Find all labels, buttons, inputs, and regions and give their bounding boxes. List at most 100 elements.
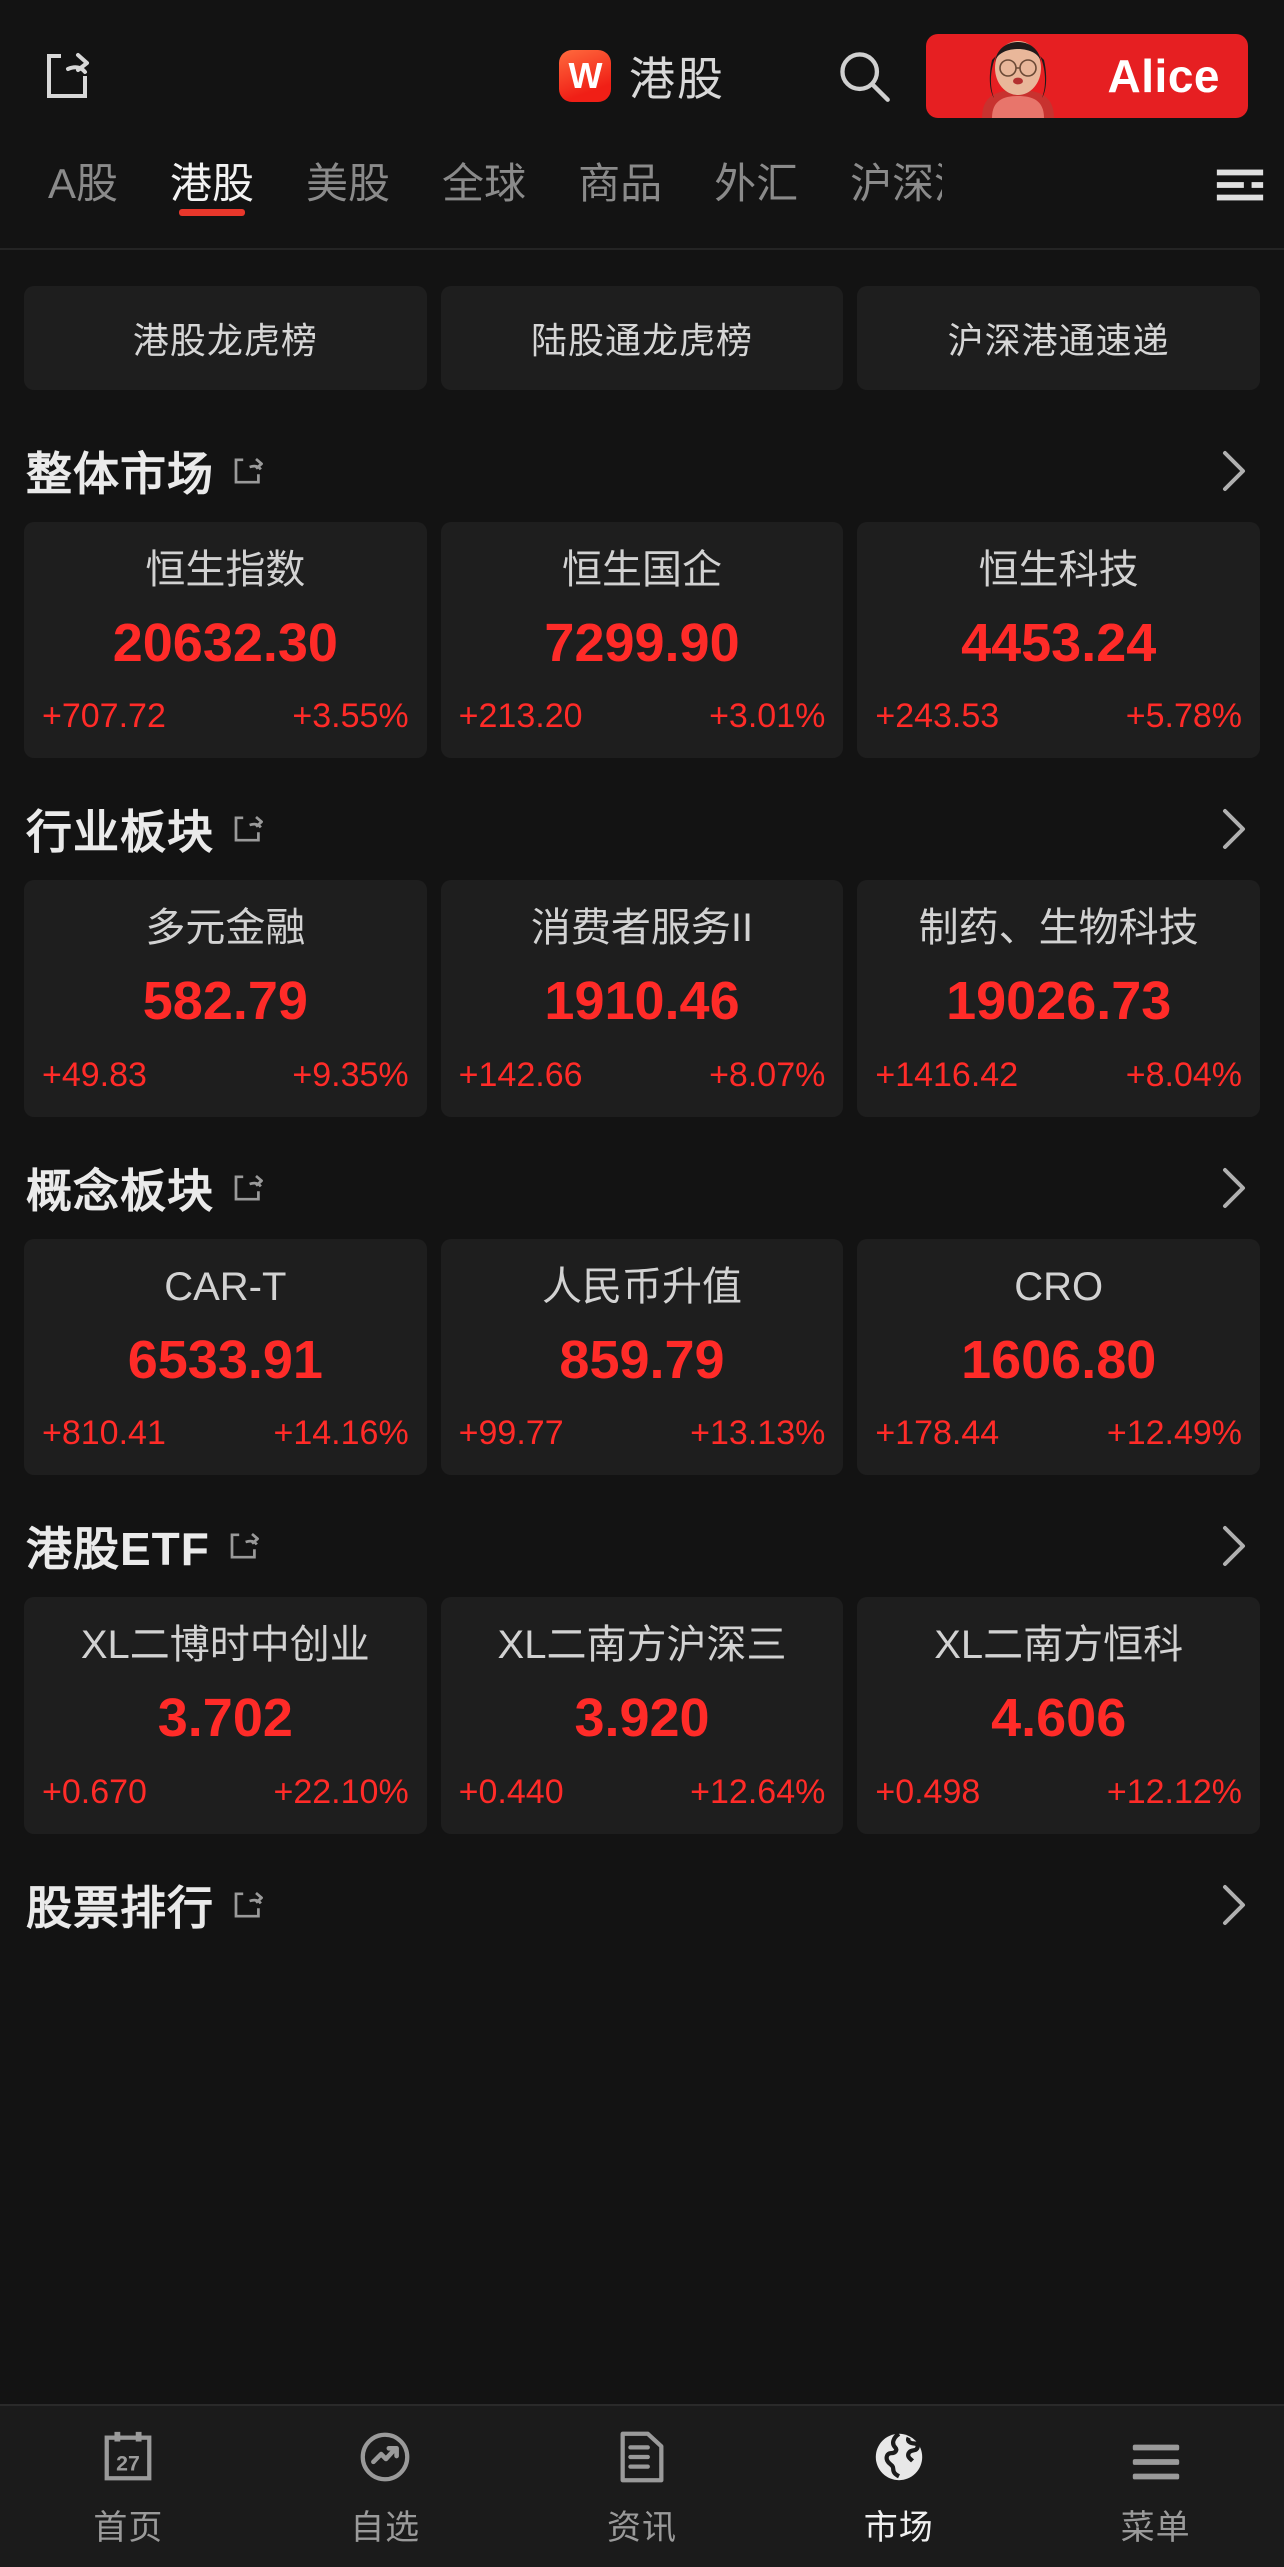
globe-icon [870,2424,928,2486]
card-deltas: +99.77 +13.13% [451,1414,834,1453]
card-percent: +14.16% [273,1414,409,1453]
nav-label: 菜单 [1120,2509,1191,2547]
tab-a-gu[interactable]: A股 [22,152,144,214]
etf-card[interactable]: XL二博时中创业 3.702 +0.670 +22.10% [24,1597,427,1834]
card-deltas: +0.498 +12.12% [867,1773,1250,1812]
card-change: +0.498 [875,1772,981,1811]
nav-item-home[interactable]: 27 首页 [0,2424,257,2549]
card-deltas: +49.83 +9.35% [34,1056,417,1095]
document-icon [613,2424,671,2486]
external-link-icon[interactable] [230,1887,266,1923]
nav-item-market[interactable]: 市场 [770,2424,1027,2549]
card-change: +0.440 [458,1772,564,1811]
chevron-right-icon[interactable] [1212,1884,1254,1926]
concept-card[interactable]: CRO 1606.80 +178.44 +12.49% [857,1238,1261,1476]
card-price: 6533.91 [127,1329,323,1390]
card-percent: +8.04% [1125,1055,1243,1094]
chevron-right-icon[interactable] [1212,1167,1254,1209]
section-title: 股票排行 [26,1881,214,1934]
card-name: XL二南方恒科 [934,1623,1184,1668]
card-percent: +8.07% [709,1055,826,1094]
chevron-right-icon[interactable] [1212,450,1254,492]
nav-item-menu[interactable]: 菜单 [1027,2424,1284,2549]
quick-link-hk-leaderboard[interactable]: 港股龙虎榜 [24,286,427,390]
etf-card[interactable]: XL二南方沪深三 3.920 +0.440 +12.64% [440,1597,844,1834]
etf-card[interactable]: XL二南方恒科 4.606 +0.498 +12.12% [857,1597,1261,1834]
nav-item-news[interactable]: 资讯 [514,2424,771,2549]
app-logo: W [559,50,611,102]
card-name: 恒生国企 [562,548,722,592]
card-deltas: +0.440 +12.64% [451,1773,834,1812]
card-price: 4453.24 [961,612,1157,673]
concept-card[interactable]: CAR-T 6533.91 +810.41 +14.16% [24,1238,427,1476]
card-change: +1416.42 [875,1055,1019,1094]
hamburger-menu-icon[interactable] [1196,152,1284,218]
card-name: 多元金融 [145,906,306,951]
card-change: +0.670 [42,1772,147,1811]
concept-card[interactable]: 人民币升值 859.79 +99.77 +13.13% [440,1238,844,1476]
section-header-overall-market[interactable]: 整体市场 [0,400,1284,522]
index-card[interactable]: 恒生科技 4453.24 +243.53 +5.78% [857,522,1261,759]
card-change: +142.66 [458,1055,583,1094]
section-header-concept-sectors[interactable]: 概念板块 [0,1117,1284,1239]
card-price: 4.606 [991,1688,1127,1749]
top-header: W 港股 Alice [0,0,1284,152]
card-price: 3.702 [157,1688,293,1749]
search-icon[interactable] [832,44,896,108]
quick-link-connect-leaderboard[interactable]: 陆股通龙虎榜 [440,286,844,390]
card-change: +49.83 [42,1055,147,1094]
market-content: 港股龙虎榜 陆股通龙虎榜 沪深港通速递 整体市场 恒生指数 20632.30 +… [0,250,1284,2404]
card-name: 恒生科技 [978,548,1139,592]
quick-links-row: 港股龙虎榜 陆股通龙虎榜 沪深港通速递 [0,256,1284,400]
card-name: XL二博时中创业 [80,1623,370,1668]
external-link-icon[interactable] [230,1170,266,1206]
sector-card[interactable]: 多元金融 582.79 +49.83 +9.35% [24,880,427,1117]
section-header-industry-sectors[interactable]: 行业板块 [0,758,1284,880]
index-card[interactable]: 恒生国企 7299.90 +213.20 +3.01% [440,522,844,759]
tab-commodities[interactable]: 商品 [552,152,688,214]
bottom-navigation: 27 首页 自选 资讯 市场 菜单 [0,2404,1284,2567]
section-header-hk-etf[interactable]: 港股ETF [0,1475,1284,1597]
card-percent: +22.10% [273,1772,409,1811]
card-change: +213.20 [458,697,583,736]
chevron-right-icon[interactable] [1212,808,1254,850]
card-percent: +3.55% [292,697,409,736]
index-card[interactable]: 恒生指数 20632.30 +707.72 +3.55% [24,522,427,759]
card-deltas: +1416.42 +8.04% [867,1056,1250,1095]
chevron-right-icon[interactable] [1212,1525,1254,1567]
card-deltas: +142.66 +8.07% [451,1056,834,1095]
calendar-27-icon: 27 [99,2424,157,2486]
tab-global[interactable]: 全球 [416,152,552,214]
app-screen: W 港股 Alice A股 港股 美股 全球 商品 外汇 沪深 港股龙虎榜 陆股… [0,0,1284,2567]
hamburger-menu-icon [1127,2424,1185,2486]
card-price: 7299.90 [544,612,740,673]
card-change: +810.41 [42,1414,166,1453]
external-link-icon[interactable] [230,453,266,489]
page-title: 港股 [629,53,725,105]
card-name: XL二南方沪深三 [497,1623,787,1668]
external-link-icon[interactable] [226,1528,262,1564]
tab-forex[interactable]: 外汇 [688,152,824,214]
section-title: 整体市场 [26,448,214,500]
external-link-icon[interactable] [230,811,266,847]
quick-link-connect-express[interactable]: 沪深港通速递 [857,286,1261,390]
section-title: 概念板块 [26,1164,214,1217]
card-percent: +3.01% [709,697,826,736]
tab-hk-connect[interactable]: 沪深港 [824,152,942,214]
card-percent: +12.49% [1106,1414,1243,1453]
tab-us-gu[interactable]: 美股 [280,152,416,214]
tab-hk-gu[interactable]: 港股 [144,152,280,214]
section-header-stock-ranking[interactable]: 股票排行 [0,1834,1284,1956]
card-price: 1606.80 [961,1329,1157,1390]
card-deltas: +0.670 +22.10% [34,1773,417,1812]
user-profile-button[interactable]: Alice [926,34,1248,118]
nav-item-watchlist[interactable]: 自选 [257,2424,514,2549]
share-icon[interactable] [36,45,98,107]
card-price: 859.79 [559,1329,725,1390]
card-price: 19026.73 [946,971,1172,1032]
card-price: 20632.30 [112,612,338,673]
nav-label: 资讯 [606,2509,677,2547]
card-name: 消费者服务II [530,906,754,951]
sector-card[interactable]: 消费者服务II 1910.46 +142.66 +8.07% [440,880,844,1117]
sector-card[interactable]: 制药、生物科技 19026.73 +1416.42 +8.04% [857,880,1261,1117]
